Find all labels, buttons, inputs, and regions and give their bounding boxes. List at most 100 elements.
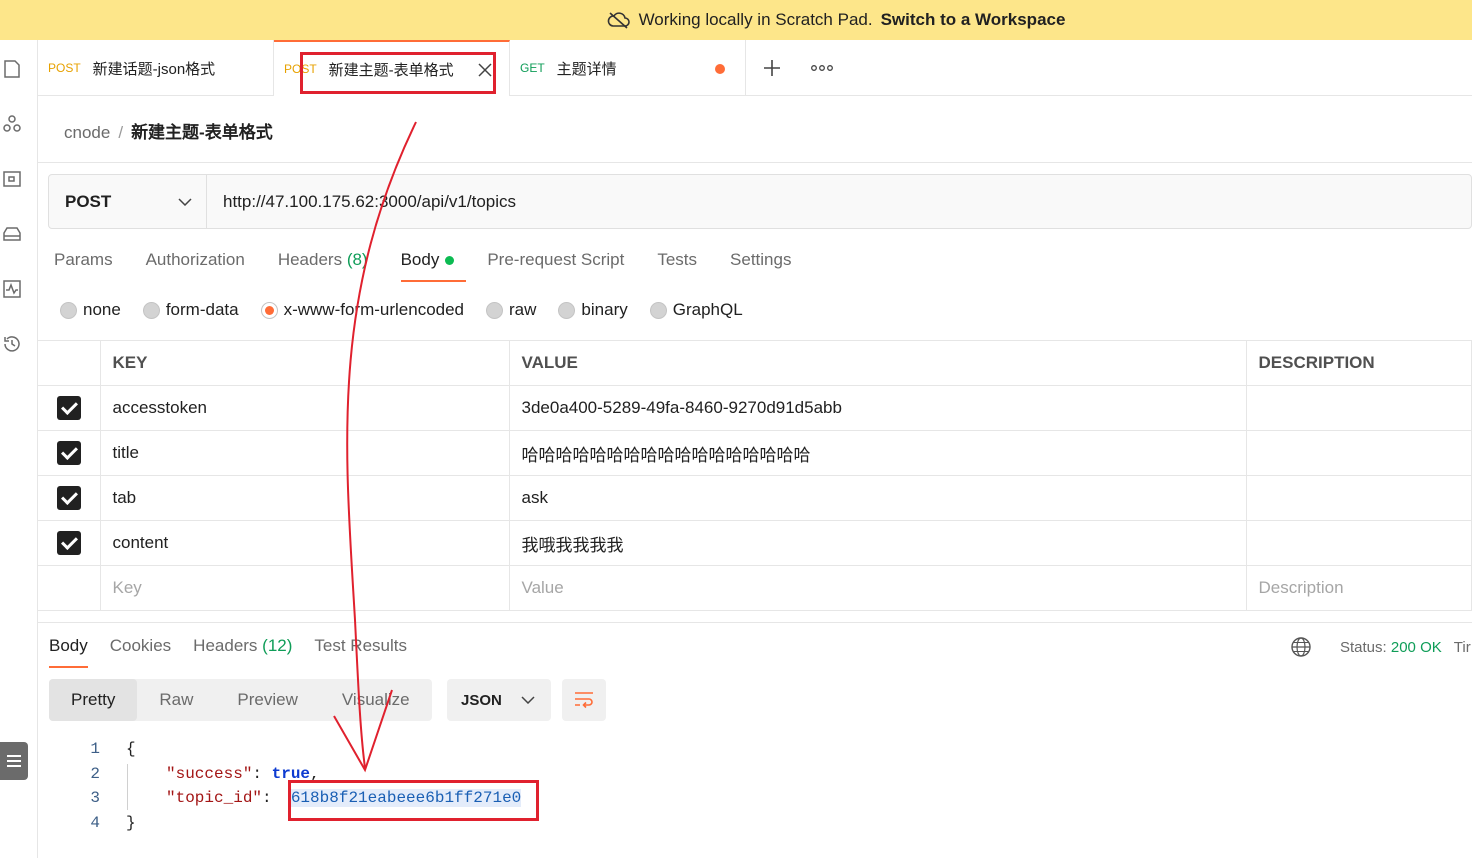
new-value-input[interactable]: Value [508,565,1247,611]
tab-params[interactable]: Params [54,250,113,270]
table-row: title 哈哈哈哈哈哈哈哈哈哈哈哈哈哈哈哈哈 [38,430,1472,476]
time-label: Tir [1453,638,1471,656]
monitors-icon[interactable] [0,277,24,301]
tab-label: 主题详情 [556,60,617,78]
request-tabs-bar: POST 新建话题-json格式 POST 新建主题-表单格式 GET 主题详情 [38,40,1472,96]
res-tab-test-results[interactable]: Test Results [314,636,407,656]
row-checkbox-cell [38,520,101,566]
breadcrumb-request[interactable]: 新建主题-表单格式 [131,123,273,142]
environments-icon[interactable] [0,167,24,191]
radio-label: GraphQL [672,300,743,319]
indent-guide [127,764,128,810]
view-pretty[interactable]: Pretty [49,679,138,721]
radio-graphql[interactable]: GraphQL [649,300,743,320]
tab-detail[interactable]: GET 主题详情 [510,40,746,96]
method-select[interactable]: POST [49,175,207,228]
row-description[interactable] [1245,520,1472,566]
row-checkbox[interactable] [56,441,81,465]
header-checkbox-cell [38,340,101,386]
format-select[interactable]: JSON [447,679,551,721]
apis-icon[interactable] [0,112,24,136]
wrap-lines-button[interactable] [562,679,606,721]
switch-workspace-link[interactable]: Switch to a Workspace [881,10,1066,30]
plus-icon [764,59,780,76]
radio-form-data[interactable]: form-data [142,300,239,320]
history-icon[interactable] [0,332,24,356]
url-input[interactable]: http://47.100.175.62:3000/api/v1/topics [207,175,516,228]
view-raw[interactable]: Raw [137,679,215,721]
collections-icon[interactable] [0,57,24,81]
radio-circle [649,301,667,319]
row-value[interactable]: 哈哈哈哈哈哈哈哈哈哈哈哈哈哈哈哈哈 [508,430,1247,476]
new-description-input[interactable]: Description [1245,565,1472,611]
row-checkbox[interactable] [56,531,81,555]
row-checkbox-cell [38,565,101,611]
wrap-icon [575,692,593,709]
res-tab-headers[interactable]: Headers (12) [193,636,292,656]
more-icon [811,64,833,71]
drawer-toggle-button[interactable] [0,742,28,780]
view-preview[interactable]: Preview [215,679,319,721]
menu-icon [7,755,21,767]
breadcrumb: cnode / 新建主题-表单格式 [64,118,273,143]
radio-none[interactable]: none [60,300,121,320]
row-description[interactable] [1245,475,1472,521]
radio-binary[interactable]: binary [558,300,628,320]
tab-settings[interactable]: Settings [730,250,791,270]
res-tab-body[interactable]: Body [49,636,88,668]
tab-authorization[interactable]: Authorization [146,250,245,270]
chevron-down-icon [521,696,535,704]
json-key: "success" [166,764,253,783]
row-key[interactable]: content [99,520,510,566]
row-description[interactable] [1245,385,1472,431]
status-value: 200 OK [1390,638,1442,656]
column-key: KEY [99,340,510,386]
row-description[interactable] [1245,430,1472,476]
tab-label: 新建话题-json格式 [92,60,216,78]
row-key[interactable]: accesstoken [99,385,510,431]
row-key[interactable]: title [99,430,510,476]
table-row: accesstoken 3de0a400-5289-49fa-8460-9270… [38,385,1472,431]
request-sections: Params Authorization Headers (8) Body Pr… [54,250,791,282]
row-checkbox[interactable] [56,396,81,420]
json-key: "topic_id" [166,789,263,807]
mock-servers-icon[interactable] [0,222,24,246]
status-label: Status: [1340,638,1387,656]
tab-tests[interactable]: Tests [657,250,697,270]
new-key-input[interactable]: Key [99,565,510,611]
tab-method: GET [520,61,545,75]
radio-label: binary [581,300,628,319]
row-value[interactable]: ask [508,475,1247,521]
row-value[interactable]: 3de0a400-5289-49fa-8460-9270d91d5abb [508,385,1247,431]
tab-json[interactable]: POST 新建话题-json格式 [38,40,274,96]
cloud-off-icon [607,12,630,29]
res-tab-cookies[interactable]: Cookies [110,636,171,656]
table-row-new: Key Value Description [38,565,1472,611]
row-checkbox-cell [38,475,101,521]
radio-urlencoded[interactable]: x-www-form-urlencoded [260,300,464,320]
row-checkbox[interactable] [56,486,81,510]
table-row: content 我哦我我我我 [38,520,1472,566]
new-tab-button[interactable] [746,40,798,95]
scratchpad-banner: Working locally in Scratch Pad. Switch t… [0,0,1472,40]
breadcrumb-collection[interactable]: cnode [64,123,110,142]
tab-body-label: Body [400,250,440,269]
column-value: VALUE [508,340,1247,386]
tab-body[interactable]: Body [400,250,467,282]
view-visualize[interactable]: Visualize [320,679,432,721]
tab-prerequest[interactable]: Pre-request Script [487,250,624,270]
radio-raw[interactable]: raw [486,300,536,320]
tab-headers[interactable]: Headers (8) [278,250,368,270]
more-tabs-button[interactable] [798,40,846,95]
breadcrumb-sep: / [118,123,124,142]
globe-icon[interactable] [1290,636,1312,658]
tab-headers-label: Headers [277,250,343,269]
radio-circle [558,301,576,319]
format-label: JSON [461,691,502,709]
row-value[interactable]: 我哦我我我我 [508,520,1247,566]
body-params-table: KEY VALUE DESCRIPTION accesstoken 3de0a4… [38,340,1472,611]
banner-text: Working locally in Scratch Pad. [638,10,873,29]
annotation-box-topic-id [288,780,539,821]
row-key[interactable]: tab [99,475,510,521]
line-number: 4 [90,813,100,832]
